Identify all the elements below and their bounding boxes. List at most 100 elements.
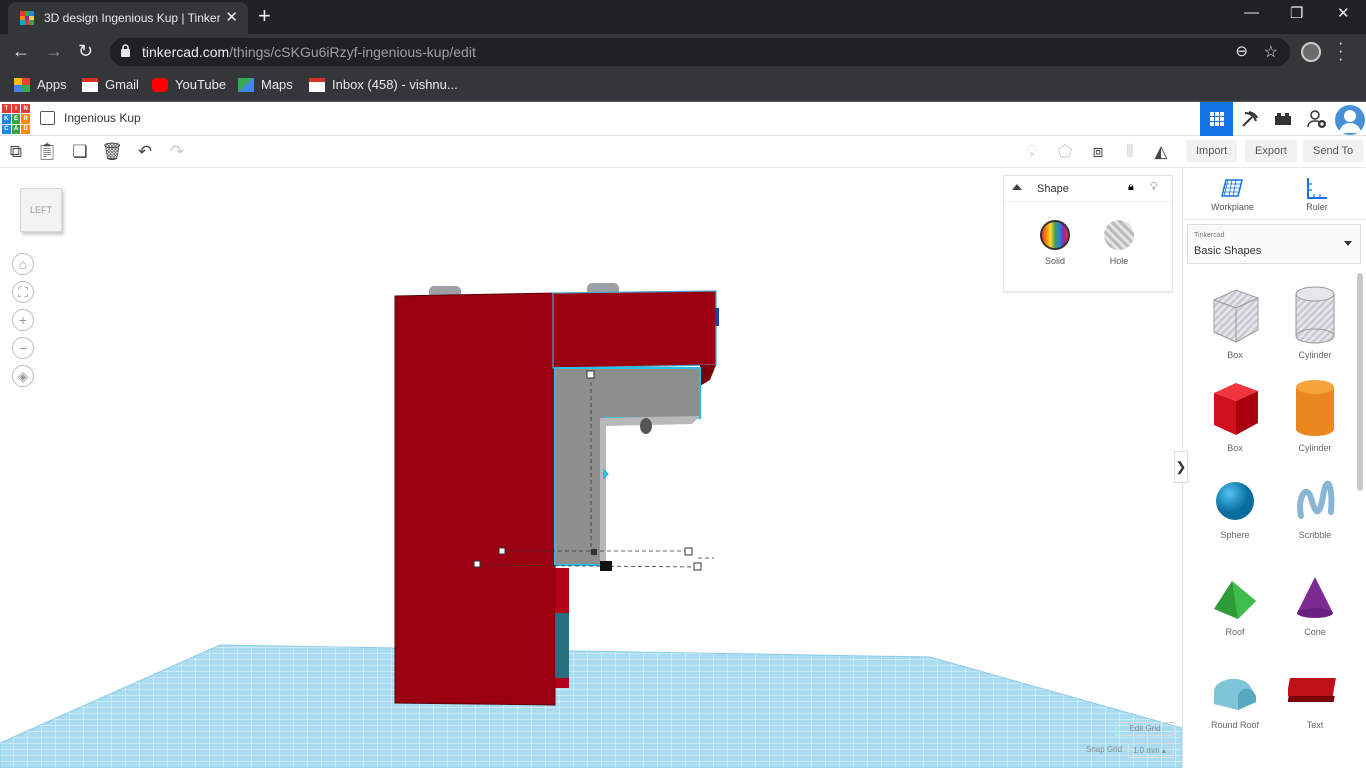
back-arrow-icon[interactable]: ← — [12, 41, 30, 62]
red-block-top-side — [700, 365, 716, 386]
youtube-icon — [152, 77, 168, 92]
zoom-out-icon[interactable]: − — [12, 337, 34, 359]
shape-cylinder-hole[interactable]: Cylinder — [1283, 286, 1347, 360]
round-roof-icon — [1214, 678, 1256, 710]
shape-inspector-title: Shape — [1037, 183, 1069, 195]
gmail-icon — [309, 77, 325, 92]
shape-text[interactable]: Text — [1283, 666, 1347, 730]
ruler-icon — [1307, 178, 1327, 199]
zoom-in-icon[interactable]: + — [12, 309, 34, 331]
grey-hole-shape[interactable] — [554, 367, 701, 566]
shape-library-select[interactable]: Tinkercad Basic Shapes — [1187, 224, 1361, 264]
browser-tab-active[interactable]: 3D design Ingenious Kup | Tinker ✕ — [8, 2, 248, 34]
workplane-tool[interactable]: Workplane — [1211, 176, 1254, 212]
bookmark-star-icon[interactable]: ☆ — [1264, 42, 1278, 62]
undo-icon[interactable]: ↶ — [135, 142, 155, 162]
corner-handle[interactable] — [600, 561, 612, 571]
box-hole-icon — [1212, 289, 1260, 343]
new-tab-icon[interactable]: + — [258, 4, 271, 28]
copy-icon[interactable]: ⧉ — [6, 142, 26, 162]
restore-window-icon[interactable]: ❐ — [1290, 4, 1303, 22]
shape-scribble[interactable]: Scribble — [1283, 476, 1347, 540]
edit-toolbar: ⧉ 📋︎ ❏ 🗑︎ ↶ ↷ 💡︎ ⬠ ⧈ ⫴ ◭ Import Export S… — [0, 136, 1366, 168]
edit-grid-button[interactable]: Edit Grid — [1115, 722, 1175, 736]
shape-round-roof[interactable]: Round Roof — [1203, 666, 1267, 730]
maps-icon — [238, 77, 254, 92]
group-icon[interactable]: ⬠ — [1055, 142, 1075, 162]
hole-option[interactable]: Hole — [1104, 220, 1134, 266]
bookmark-inbox[interactable]: Inbox (458) - vishnu... — [309, 77, 458, 92]
add-user-icon — [1306, 110, 1326, 128]
bricks-view-button[interactable] — [1266, 102, 1299, 136]
view-cube[interactable]: LEFT — [20, 188, 62, 232]
solid-rainbow-icon — [1040, 220, 1070, 250]
workplane-grid[interactable] — [0, 644, 1182, 768]
snap-grid-select[interactable]: 1.0 mm ▴ — [1128, 743, 1174, 758]
red-block-top[interactable] — [552, 290, 717, 369]
duplicate-icon[interactable]: ❏ — [70, 142, 90, 162]
shape-inspector: Shape 🔒︎ 💡︎ Solid Hole — [1003, 175, 1173, 292]
user-avatar-icon — [1339, 110, 1361, 133]
perspective-icon[interactable]: ◈ — [12, 365, 34, 387]
red-block-front[interactable] — [394, 292, 556, 706]
tinkercad-logo[interactable]: T I N K E R C A D — [2, 104, 30, 134]
red-box-icon — [1214, 383, 1258, 435]
shape-cylinder-solid[interactable]: Cylinder — [1283, 379, 1347, 453]
solid-option[interactable]: Solid — [1040, 220, 1070, 266]
tinkercad-favicon — [20, 11, 34, 25]
mid-handle[interactable] — [591, 549, 597, 555]
bookmarks-bar: Apps Gmail YouTube Maps Inbox (458) - vi… — [0, 70, 1366, 102]
bookmark-maps[interactable]: Maps — [238, 77, 293, 92]
ungroup-icon[interactable]: ⧈ — [1088, 142, 1108, 162]
bookmark-youtube[interactable]: YouTube — [152, 77, 226, 92]
hole-tab — [640, 418, 652, 434]
reload-icon[interactable]: ↻ — [78, 41, 93, 62]
ruler-tool[interactable]: Ruler — [1305, 176, 1329, 212]
shape-box-hole[interactable]: Box — [1203, 286, 1267, 360]
dropdown-caret-icon — [1344, 241, 1352, 246]
add-collaborator-button[interactable] — [1300, 102, 1333, 136]
browser-profile-avatar[interactable] — [1301, 42, 1321, 62]
address-bar[interactable]: tinkercad.com/things/cSKGu6iRzyf-ingenio… — [110, 38, 1290, 66]
shape-roof[interactable]: Roof — [1203, 573, 1267, 637]
align-icon[interactable]: ⫴ — [1120, 142, 1140, 162]
send-to-button[interactable]: Send To — [1303, 140, 1364, 162]
minimize-window-icon[interactable]: — — [1244, 4, 1259, 21]
user-profile-avatar[interactable] — [1335, 105, 1365, 135]
cylinder-hole-icon — [1295, 286, 1335, 344]
shape-box-solid[interactable]: Box — [1203, 379, 1267, 453]
lock-icon[interactable]: 🔒︎ — [1128, 181, 1134, 194]
design-name[interactable]: Ingenious Kup — [64, 111, 141, 125]
bookmark-gmail[interactable]: Gmail — [82, 77, 139, 92]
blue-edge — [715, 308, 719, 326]
browser-menu-icon[interactable]: · · · — [1338, 36, 1343, 68]
roof-icon — [1214, 581, 1256, 619]
lightbulb-icon[interactable]: 💡︎ — [1150, 181, 1158, 194]
collapse-arrow-icon[interactable] — [1012, 184, 1022, 190]
lightbulb-icon[interactable]: 💡︎ — [1022, 142, 1042, 162]
url-text: tinkercad.com/things/cSKGu6iRzyf-ingenio… — [142, 44, 476, 60]
design-list-icon[interactable] — [40, 111, 55, 125]
close-tab-icon[interactable]: ✕ — [225, 8, 238, 26]
blocks-view-button[interactable] — [1233, 102, 1266, 136]
import-button[interactable]: Import — [1186, 140, 1238, 162]
shapes-scrollbar[interactable] — [1357, 273, 1363, 491]
3d-view-button[interactable] — [1200, 102, 1233, 136]
export-button[interactable]: Export — [1245, 140, 1297, 162]
home-view-icon[interactable]: ⌂ — [12, 253, 34, 275]
collapse-panel-icon[interactable]: ❯ — [1174, 451, 1188, 483]
forward-arrow-icon[interactable]: → — [45, 41, 63, 62]
bookmark-apps[interactable]: Apps — [14, 77, 67, 92]
workplane-ruler-tools: Workplane Ruler — [1183, 168, 1366, 220]
shape-sphere[interactable]: Sphere — [1203, 476, 1267, 540]
fit-view-icon[interactable]: ⛶ — [12, 281, 34, 303]
paste-icon[interactable]: 📋︎ — [36, 142, 58, 162]
close-window-icon[interactable]: ✕ — [1337, 4, 1350, 22]
zoom-icon[interactable]: ⊖ — [1235, 42, 1248, 60]
shape-cone[interactable]: Cone — [1283, 573, 1347, 637]
snap-grid-label: Snap Grid — [1086, 745, 1123, 754]
mirror-icon[interactable]: ◭ — [1151, 142, 1171, 162]
shapes-panel: Workplane Ruler Tinkercad Basic Shapes B… — [1182, 168, 1366, 768]
trash-icon[interactable]: 🗑︎ — [101, 142, 123, 162]
redo-icon[interactable]: ↷ — [167, 142, 187, 162]
